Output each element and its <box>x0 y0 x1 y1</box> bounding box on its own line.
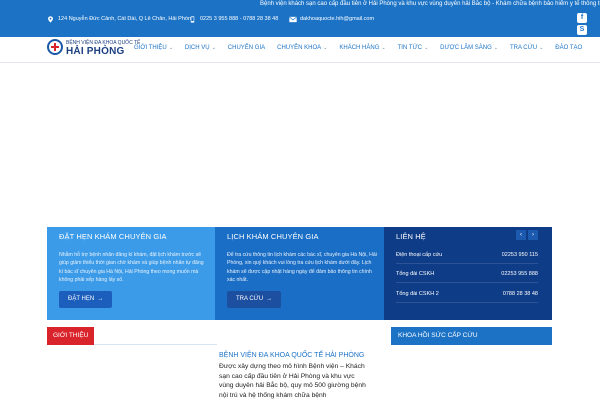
contact-title: LIÊN HỆ <box>396 232 426 241</box>
book-appointment-button[interactable]: ĐẶT HẸN → <box>59 291 113 308</box>
schedule-title: LỊCH KHÁM CHUYÊN GIA <box>227 232 319 241</box>
contact-value: 02253 955 888 <box>501 271 538 277</box>
location-icon <box>47 15 54 23</box>
nav-menu: GIỚI THIỆU ⌄ DỊCH VỤ ⌄ CHUYÊN GIA CHUYÊN K… <box>134 45 582 51</box>
appointment-title: ĐẶT HẸN KHÁM CHUYÊN GIA <box>59 232 167 241</box>
skype-icon[interactable]: S <box>577 25 587 35</box>
facebook-icon[interactable]: f <box>577 13 587 23</box>
nav-item-dao-tao[interactable]: ĐÀO TẠO <box>555 45 582 51</box>
hospital-logo[interactable]: BỆNH VIỆN ĐA KHOA QUỐC TẾ HẢI PHÒNG <box>47 39 140 61</box>
email-text: dakhoaquocte.hih@gmail.com <box>300 16 375 22</box>
phone-info[interactable]: 0225 3 955 888 - 0788 28 38 48 <box>189 14 278 24</box>
appointment-text: Nhằm hỗ trợ bệnh nhân đăng kí khám, đặt … <box>59 252 204 284</box>
lookup-button[interactable]: TRA CỨU → <box>227 291 282 308</box>
intro-title[interactable]: BỆNH VIỆN ĐA KHOA QUỐC TẾ HẢI PHÒNG <box>219 352 364 359</box>
intro-text: Được xây dựng theo mô hình Bệnh viện – K… <box>219 363 366 399</box>
contact-label: Điện thoại cấp cứu <box>396 252 443 258</box>
chevron-left-icon[interactable]: ‹ <box>516 230 526 240</box>
intro-section-header: GIỚI THIỆU <box>47 327 217 345</box>
contact-row[interactable]: Tổng đài CSKH 2 0788 28 38 48 <box>396 286 538 303</box>
contact-value: 0788 28 38 48 <box>502 291 538 297</box>
chevron-down-icon: ⌄ <box>381 45 386 51</box>
chevron-down-icon: ⌄ <box>493 45 498 51</box>
chevron-down-icon: ⌄ <box>539 45 544 51</box>
nav-item-tra-cuu[interactable]: TRA CỨU ⌄ <box>510 45 543 51</box>
intro-tag[interactable]: GIỚI THIỆU <box>47 327 95 345</box>
logo-title: HẢI PHÒNG <box>66 46 125 57</box>
schedule-text: Để tra cứu thông tin lịch khám các bác s… <box>227 252 377 284</box>
contact-value: 02253 950 115 <box>501 252 538 258</box>
email-info[interactable]: dakhoaquocte.hih@gmail.com <box>289 14 374 24</box>
mail-icon <box>289 16 297 23</box>
arrow-right-icon: → <box>266 296 273 302</box>
nav-item-tin-tuc[interactable]: TIN TỨC ⌄ <box>398 45 429 51</box>
chevron-down-icon: ⌄ <box>211 45 216 51</box>
news-marquee: Bệnh viện khách sạn cao cấp đầu tiên ở H… <box>260 1 600 7</box>
emergency-department-header[interactable]: KHOA HỒI SỨC CẤP CỨU <box>391 327 552 345</box>
phone-text: 0225 3 955 888 - 0788 28 38 48 <box>200 16 279 22</box>
contact-label: Tổng đài CSKH 2 <box>396 291 439 297</box>
nav-item-khach-hang[interactable]: KHÁCH HÀNG ⌄ <box>339 45 385 51</box>
chevron-right-icon[interactable]: › <box>528 230 538 240</box>
logo-emblem-icon <box>47 39 63 55</box>
nav-item-dich-vu[interactable]: DỊCH VỤ ⌄ <box>185 45 216 51</box>
main-navigation: BỆNH VIỆN ĐA KHOA QUỐC TẾ HẢI PHÒNG GIỚI… <box>0 37 600 63</box>
appointment-box: ĐẶT HẸN KHÁM CHUYÊN GIA Nhằm hỗ trợ bệnh… <box>47 227 215 320</box>
contact-row[interactable]: Điện thoại cấp cứu 02253 950 115 <box>396 247 538 264</box>
chevron-down-icon: ⌄ <box>168 45 173 51</box>
phone-icon <box>189 15 196 23</box>
nav-item-chuyen-gia[interactable]: CHUYÊN GIA <box>228 45 265 51</box>
chevron-down-icon: ⌄ <box>323 45 328 51</box>
address-info: 124 Nguyễn Đức Cảnh, Cát Dài, Q Lê Chân,… <box>47 14 194 24</box>
hero-banner <box>0 63 600 228</box>
chevron-down-icon: ⌄ <box>423 45 429 51</box>
contact-box: LIÊN HỆ ‹ › Điện thoại cấp cứu 02253 950… <box>384 227 552 320</box>
address-text: 124 Nguyễn Đức Cảnh, Cát Dài, Q Lê Chân,… <box>58 16 195 22</box>
arrow-right-icon: → <box>97 296 104 302</box>
nav-item-duoc-lam-sang[interactable]: DƯỢC LÂM SÀNG ⌄ <box>440 45 498 51</box>
nav-item-chuyen-khoa[interactable]: CHUYÊN KHOA ⌄ <box>277 45 327 51</box>
contact-row[interactable]: Tổng đài CSKH 02253 955 888 <box>396 266 538 283</box>
contact-label: Tổng đài CSKH <box>396 271 435 277</box>
top-bar: Bệnh viện khách sạn cao cấp đầu tiên ở H… <box>0 0 600 37</box>
contact-pager: ‹ › <box>516 230 538 240</box>
schedule-box: LỊCH KHÁM CHUYÊN GIA Để tra cứu thông ti… <box>215 227 384 320</box>
nav-item-gioi-thieu[interactable]: GIỚI THIỆU ⌄ <box>134 45 173 51</box>
